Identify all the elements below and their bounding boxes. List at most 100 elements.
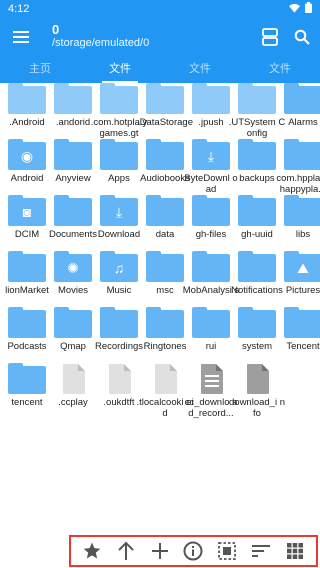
folder-icon bbox=[284, 195, 320, 226]
folder-shape bbox=[146, 83, 184, 114]
folder-icon bbox=[192, 307, 230, 338]
search-button[interactable] bbox=[290, 25, 314, 49]
folder-icon bbox=[146, 83, 184, 114]
folder-icon bbox=[100, 307, 138, 338]
folder-icon bbox=[54, 307, 92, 338]
file-shape bbox=[63, 364, 85, 394]
folder-icon bbox=[146, 139, 184, 170]
tab-files-1[interactable]: 文件 bbox=[80, 58, 160, 83]
file-icon bbox=[238, 364, 276, 394]
storage-button[interactable] bbox=[258, 25, 282, 49]
tab-bar: 主页 文件 文件 文件 bbox=[0, 58, 320, 83]
folder-icon: ⤓ bbox=[100, 195, 138, 226]
file-name: com.hppla y.happypla... bbox=[276, 173, 320, 195]
up-button[interactable] bbox=[114, 539, 138, 563]
app-bar: 0 /storage/emulated/0 bbox=[0, 18, 320, 58]
search-icon bbox=[294, 29, 310, 45]
file-name: download_i nfo bbox=[229, 397, 285, 419]
folder-shape bbox=[146, 195, 184, 226]
info-button[interactable] bbox=[181, 539, 205, 563]
folder-icon: ♫ bbox=[100, 251, 138, 282]
arrow-up-icon bbox=[118, 541, 134, 560]
folder-shape bbox=[100, 83, 138, 114]
folder-shape bbox=[8, 251, 46, 282]
folder-icon bbox=[238, 307, 276, 338]
folder-shape bbox=[100, 139, 138, 170]
download-icon: ⤓ bbox=[207, 148, 215, 164]
file-shape bbox=[247, 364, 269, 394]
folder-shape bbox=[192, 251, 230, 282]
folder-icon bbox=[100, 139, 138, 170]
folder-icon bbox=[54, 83, 92, 114]
plus-icon bbox=[151, 543, 168, 559]
music-icon: ♫ bbox=[113, 260, 125, 276]
menu-icon bbox=[13, 31, 29, 43]
folder-icon bbox=[8, 363, 46, 394]
storage-icon bbox=[262, 28, 278, 46]
folder-shape bbox=[54, 195, 92, 226]
file-icon bbox=[100, 364, 138, 394]
download-icon: ⤓ bbox=[115, 204, 123, 220]
file-name: libs bbox=[295, 229, 311, 240]
file-icon bbox=[146, 364, 184, 394]
folder-icon bbox=[284, 139, 320, 170]
file-shape bbox=[109, 364, 131, 394]
folder-shape bbox=[54, 83, 92, 114]
folder-icon bbox=[284, 307, 320, 338]
menu-button[interactable] bbox=[8, 24, 34, 50]
folder-icon bbox=[284, 83, 320, 114]
folder-icon bbox=[8, 251, 46, 282]
info-icon bbox=[183, 541, 203, 561]
folder-icon bbox=[100, 83, 138, 114]
android-icon: ◉ bbox=[20, 148, 34, 164]
favorite-button[interactable] bbox=[80, 539, 104, 563]
folder-shape bbox=[8, 83, 46, 114]
file-name: Tencent bbox=[286, 341, 320, 352]
folder-shape bbox=[238, 251, 276, 282]
folder-icon bbox=[238, 251, 276, 282]
folder-shape bbox=[146, 307, 184, 338]
selection-count: 0 bbox=[52, 22, 60, 37]
film-icon: ✺ bbox=[67, 260, 79, 276]
folder-shape bbox=[238, 139, 276, 170]
folder-shape bbox=[8, 307, 46, 338]
tab-files-2[interactable]: 文件 bbox=[160, 58, 240, 83]
new-button[interactable] bbox=[148, 539, 172, 563]
sort-icon bbox=[252, 545, 271, 557]
star-icon bbox=[83, 542, 101, 559]
folder-shape bbox=[146, 139, 184, 170]
folder-shape bbox=[238, 83, 276, 114]
battery-icon bbox=[305, 2, 312, 13]
folder-shape bbox=[100, 307, 138, 338]
folder-shape bbox=[54, 307, 92, 338]
folder-icon bbox=[146, 251, 184, 282]
folder-icon bbox=[54, 195, 92, 226]
file-icon bbox=[192, 364, 230, 394]
folder-icon bbox=[146, 307, 184, 338]
sort-button[interactable] bbox=[249, 539, 273, 563]
folder-icon: ◉ bbox=[8, 139, 46, 170]
folder-icon bbox=[192, 83, 230, 114]
folder-icon bbox=[192, 195, 230, 226]
folder-icon: ⤓ bbox=[192, 139, 230, 170]
folder-icon bbox=[8, 83, 46, 114]
image-icon: ⛰ bbox=[297, 260, 309, 276]
folder-shape bbox=[146, 251, 184, 282]
tab-home[interactable]: 主页 bbox=[0, 58, 80, 83]
tab-files-3[interactable]: 文件 bbox=[240, 58, 320, 83]
current-path: /storage/emulated/0 bbox=[52, 37, 150, 49]
folder-shape bbox=[284, 139, 320, 170]
path-block[interactable]: 0 /storage/emulated/0 bbox=[52, 22, 149, 50]
folder-shape bbox=[238, 307, 276, 338]
select-all-icon bbox=[218, 542, 237, 560]
folder-shape bbox=[8, 363, 46, 394]
folder-shape bbox=[54, 139, 92, 170]
folder-icon: ⛰ bbox=[284, 251, 320, 282]
view-mode-button[interactable] bbox=[283, 539, 307, 563]
status-time: 4:12 bbox=[8, 3, 30, 15]
folder-shape bbox=[284, 83, 320, 114]
file-icon bbox=[54, 364, 92, 394]
select-all-button[interactable] bbox=[215, 539, 239, 563]
status-icons bbox=[289, 2, 312, 13]
camera-icon: ◙ bbox=[22, 204, 32, 220]
